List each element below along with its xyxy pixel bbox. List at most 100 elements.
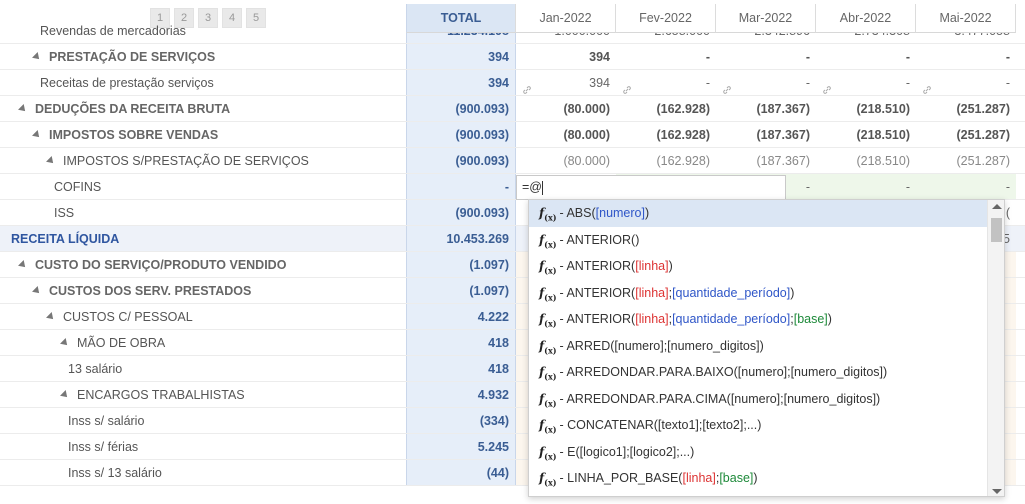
collapse-triangle-icon[interactable] bbox=[32, 285, 42, 296]
row-label[interactable]: DEDUÇÕES DA RECEITA BRUTA bbox=[18, 96, 230, 122]
scrollbar-thumb[interactable] bbox=[991, 218, 1002, 242]
collapse-triangle-icon[interactable] bbox=[18, 259, 28, 270]
month-cell[interactable]: (187.367) bbox=[716, 148, 816, 174]
month-cell[interactable]: 394 bbox=[516, 44, 616, 70]
collapse-triangle-icon[interactable] bbox=[46, 155, 56, 166]
month-cell[interactable]: - bbox=[716, 44, 816, 70]
row-label[interactable]: Inss s/ férias bbox=[68, 434, 138, 460]
collapse-triangle-icon[interactable] bbox=[32, 51, 42, 62]
month-cell[interactable]: (162.928) bbox=[616, 148, 716, 174]
month-cell[interactable]: (251.287) bbox=[916, 96, 1016, 122]
month-cell[interactable]: - bbox=[616, 70, 716, 96]
total-cell[interactable]: 418 bbox=[406, 330, 516, 356]
column-header-total[interactable]: TOTAL bbox=[406, 4, 516, 33]
function-suggestion-item[interactable]: f(x) - ANTERIOR() bbox=[529, 227, 987, 254]
row-label[interactable]: ENCARGOS TRABALHISTAS bbox=[60, 382, 245, 408]
month-cell[interactable]: (218.510) bbox=[816, 122, 916, 148]
row-label[interactable]: ISS bbox=[54, 200, 74, 226]
column-header-month[interactable]: Mar-2022 bbox=[716, 4, 816, 33]
month-cell[interactable]: - bbox=[916, 44, 1016, 70]
month-cell-value: (251.287) bbox=[956, 128, 1010, 142]
total-cell[interactable]: - bbox=[406, 174, 516, 200]
month-cell[interactable]: - bbox=[616, 44, 716, 70]
function-suggestion-item[interactable]: f(x) - ARREDONDAR.PARA.BAIXO([numero];[nu… bbox=[529, 359, 987, 386]
row-label[interactable]: COFINS bbox=[54, 174, 101, 200]
total-cell[interactable]: (1.097) bbox=[406, 252, 516, 278]
total-cell[interactable]: (900.093) bbox=[406, 148, 516, 174]
function-suggestion-item[interactable]: f(x) - ANTERIOR([linha];[quantidade_perío… bbox=[529, 306, 987, 333]
collapse-triangle-icon[interactable] bbox=[18, 103, 28, 114]
row-label[interactable]: 13 salário bbox=[68, 356, 122, 382]
scroll-up-icon[interactable] bbox=[992, 204, 1002, 209]
month-cell[interactable]: - bbox=[816, 70, 916, 96]
row-label[interactable]: CUSTOS C/ PESSOAL bbox=[46, 304, 193, 330]
total-cell[interactable]: 10.453.269 bbox=[406, 226, 516, 252]
total-cell[interactable]: 5.245 bbox=[406, 434, 516, 460]
total-cell[interactable]: 4.932 bbox=[406, 382, 516, 408]
function-icon: f(x) bbox=[539, 339, 557, 355]
month-cell[interactable]: - bbox=[816, 174, 916, 200]
row-label[interactable]: IMPOSTOS S/PRESTAÇÃO DE SERVIÇOS bbox=[46, 148, 309, 174]
total-cell[interactable]: (900.093) bbox=[406, 122, 516, 148]
month-cell[interactable]: (251.287) bbox=[916, 122, 1016, 148]
total-cell[interactable]: (900.093) bbox=[406, 96, 516, 122]
row-label[interactable]: CUSTOS DOS SERV. PRESTADOS bbox=[32, 278, 251, 304]
total-cell[interactable]: (334) bbox=[406, 408, 516, 434]
function-signature-part: [quantidade_período] bbox=[672, 285, 791, 300]
function-suggestion-item[interactable]: f(x) - ANTERIOR([linha];[quantidade_perío… bbox=[529, 280, 987, 307]
total-cell[interactable]: (1.097) bbox=[406, 278, 516, 304]
month-cell[interactable]: (218.510) bbox=[816, 148, 916, 174]
row-label[interactable]: CUSTO DO SERVIÇO/PRODUTO VENDIDO bbox=[18, 252, 286, 278]
function-autocomplete-list[interactable]: f(x) - ABS([numero]) f(x) - ANTERIOR() f(x) -… bbox=[528, 199, 1005, 497]
month-cell[interactable]: - bbox=[916, 174, 1016, 200]
month-cell[interactable]: 394 bbox=[516, 70, 616, 96]
month-cell[interactable]: - bbox=[916, 70, 1016, 96]
function-suggestion-item[interactable]: f(x) - ABS([numero]) bbox=[529, 200, 987, 227]
row-label[interactable]: Inss s/ salário bbox=[68, 408, 144, 434]
month-cell[interactable]: - bbox=[816, 44, 916, 70]
row-label[interactable]: Inss s/ 13 salário bbox=[68, 460, 162, 486]
row-label[interactable]: RECEITA LÍQUIDA bbox=[11, 226, 119, 252]
month-cell[interactable]: (80.000) bbox=[516, 148, 616, 174]
month-cell[interactable]: (162.928) bbox=[616, 122, 716, 148]
row-label[interactable]: Revendas de mercadorias bbox=[40, 18, 186, 44]
month-cell[interactable]: (80.000) bbox=[516, 96, 616, 122]
function-suggestion-item[interactable]: f(x) - ARREDONDAR.PARA.CIMA([numero];[num… bbox=[529, 386, 987, 413]
collapse-triangle-icon[interactable] bbox=[60, 337, 70, 348]
row-label[interactable]: MÃO DE OBRA bbox=[60, 330, 165, 356]
total-cell[interactable]: 418 bbox=[406, 356, 516, 382]
collapse-triangle-icon[interactable] bbox=[46, 311, 56, 322]
month-cell[interactable]: - bbox=[716, 70, 816, 96]
function-suggestion-item[interactable]: f(x) - LINHA_POR_BASE([linha];[base]) bbox=[529, 465, 987, 492]
total-cell[interactable]: 4.222 bbox=[406, 304, 516, 330]
function-suggestion-item[interactable]: f(x) - E([logico1];[logico2];...) bbox=[529, 439, 987, 466]
month-cell[interactable]: (187.367) bbox=[716, 96, 816, 122]
function-suggestion-item[interactable]: f(x) - ANTERIOR([linha]) bbox=[529, 253, 987, 280]
total-cell[interactable]: (44) bbox=[406, 460, 516, 486]
column-header-month[interactable]: Jan-2022 bbox=[516, 4, 616, 33]
column-header-month[interactable]: Mai-2022 bbox=[916, 4, 1016, 33]
row-label[interactable]: PRESTAÇÃO DE SERVIÇOS bbox=[32, 44, 215, 70]
column-header-month[interactable]: Fev-2022 bbox=[616, 4, 716, 33]
scroll-down-icon[interactable] bbox=[992, 489, 1002, 494]
month-cell[interactable]: (162.928) bbox=[616, 96, 716, 122]
total-cell[interactable]: (900.093) bbox=[406, 200, 516, 226]
month-cell[interactable]: (251.287) bbox=[916, 148, 1016, 174]
function-suggestion-item[interactable]: f(x) - ARRED([numero];[numero_digitos]) bbox=[529, 333, 987, 360]
total-cell[interactable]: 394 bbox=[406, 44, 516, 70]
month-cell[interactable]: (218.510) bbox=[816, 96, 916, 122]
collapse-triangle-icon[interactable] bbox=[60, 389, 70, 400]
link-icon bbox=[522, 78, 532, 94]
collapse-triangle-icon[interactable] bbox=[32, 129, 42, 140]
column-header-month[interactable]: Abr-2022 bbox=[816, 4, 916, 33]
autocomplete-scrollbar[interactable] bbox=[987, 200, 1004, 496]
formula-editor-input[interactable]: =@ bbox=[516, 175, 786, 200]
total-cell[interactable]: 394 bbox=[406, 70, 516, 96]
function-icon: f(x) bbox=[539, 365, 557, 381]
function-suggestion-item[interactable]: f(x) - CONCATENAR([texto1];[texto2];...) bbox=[529, 412, 987, 439]
row-label[interactable]: Receitas de prestação serviços bbox=[40, 70, 214, 96]
month-cell[interactable]: (187.367) bbox=[716, 122, 816, 148]
row-label[interactable]: IMPOSTOS SOBRE VENDAS bbox=[32, 122, 218, 148]
link-icon bbox=[822, 78, 832, 94]
month-cell[interactable]: (80.000) bbox=[516, 122, 616, 148]
